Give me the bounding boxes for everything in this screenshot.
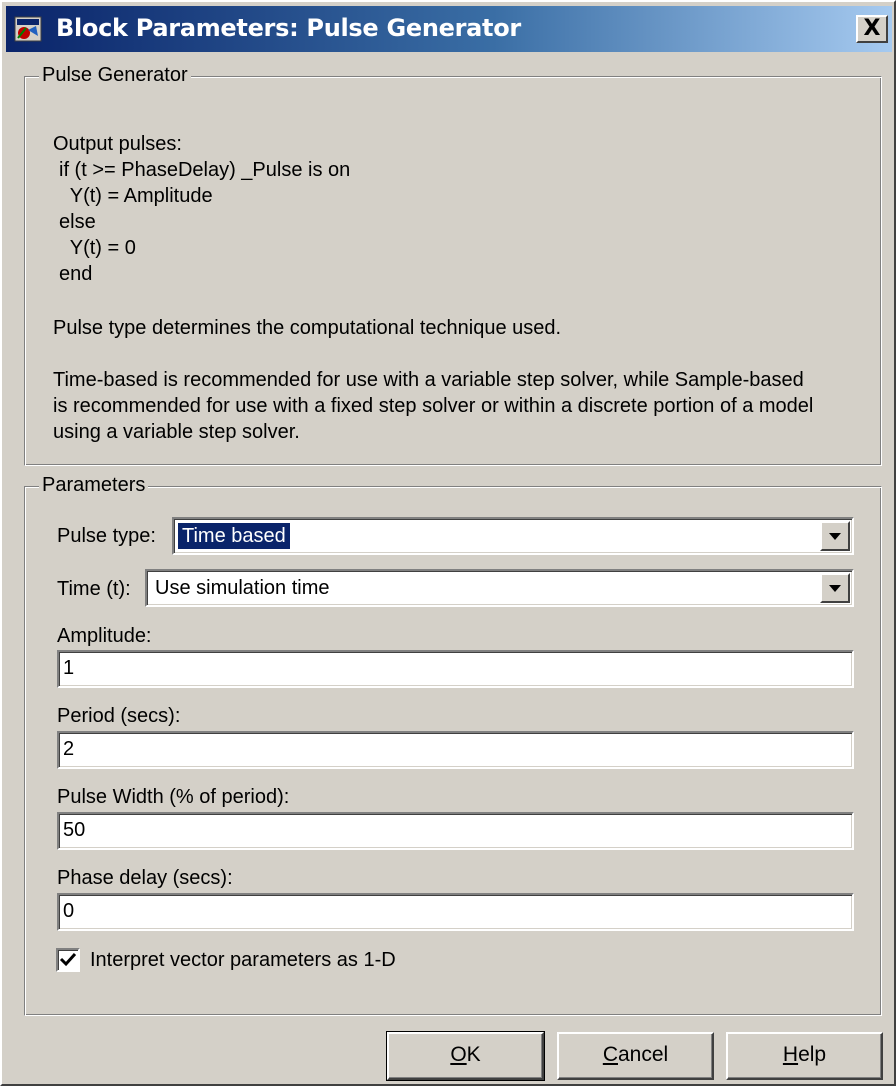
period-label: Period (secs):	[57, 705, 181, 727]
period-field[interactable]: 2	[57, 731, 854, 769]
cancel-label-rest: ancel	[617, 1043, 669, 1066]
chevron-down-icon[interactable]	[820, 573, 850, 603]
ok-label-rest: K	[466, 1043, 481, 1066]
description-line: Y(t) = 0	[59, 237, 136, 259]
description-line: else	[59, 211, 96, 233]
description-line: using a variable step solver.	[53, 421, 300, 443]
title-bar[interactable]: Block Parameters: Pulse Generator X	[6, 6, 892, 52]
pulse-type-label: Pulse type:	[57, 525, 156, 547]
description-line: end	[59, 263, 93, 285]
cancel-mnemonic: C	[602, 1043, 618, 1066]
phase-delay-label: Phase delay (secs):	[57, 867, 233, 889]
pulse-width-label: Pulse Width (% of period):	[57, 786, 290, 808]
description-line: Pulse type determines the computational …	[53, 317, 562, 339]
help-mnemonic: H	[782, 1043, 799, 1066]
close-button[interactable]: X	[856, 15, 888, 43]
description-line: Output pulses:	[53, 133, 182, 155]
pulse-width-field[interactable]: 50	[57, 812, 854, 850]
checkmark-icon	[59, 952, 77, 967]
ok-mnemonic: O	[450, 1043, 467, 1066]
simulink-block-icon	[14, 16, 42, 42]
description-line: Y(t) = Amplitude	[59, 185, 213, 207]
cancel-button[interactable]: Cancel	[557, 1032, 714, 1080]
interpret-vector-label[interactable]: Interpret vector parameters as 1-D	[90, 948, 396, 972]
window-title: Block Parameters: Pulse Generator	[56, 14, 521, 42]
description-group-title: Pulse Generator	[39, 64, 191, 86]
time-value: Use simulation time	[155, 577, 330, 599]
pulse-type-value: Time based	[177, 522, 291, 550]
time-label: Time (t):	[57, 578, 131, 600]
pulse-type-dropdown[interactable]: Time based	[172, 517, 854, 555]
help-label-rest: elp	[798, 1043, 827, 1066]
phase-delay-field[interactable]: 0	[57, 893, 854, 931]
amplitude-label: Amplitude:	[57, 625, 152, 647]
time-dropdown[interactable]: Use simulation time	[145, 569, 854, 607]
description-line: Time-based is recommended for use with a…	[53, 369, 804, 391]
amplitude-field[interactable]: 1	[57, 650, 854, 688]
description-line: is recommended for use with a fixed step…	[53, 395, 814, 417]
chevron-down-icon[interactable]	[820, 521, 850, 551]
parameters-group-title: Parameters	[39, 474, 149, 496]
description-line: if (t >= PhaseDelay) _Pulse is on	[59, 159, 351, 181]
dialog-window: Block Parameters: Pulse Generator X Puls…	[0, 0, 896, 1086]
ok-button[interactable]: OK	[386, 1031, 545, 1081]
help-button[interactable]: Help	[726, 1032, 883, 1080]
interpret-vector-checkbox[interactable]	[56, 948, 80, 972]
